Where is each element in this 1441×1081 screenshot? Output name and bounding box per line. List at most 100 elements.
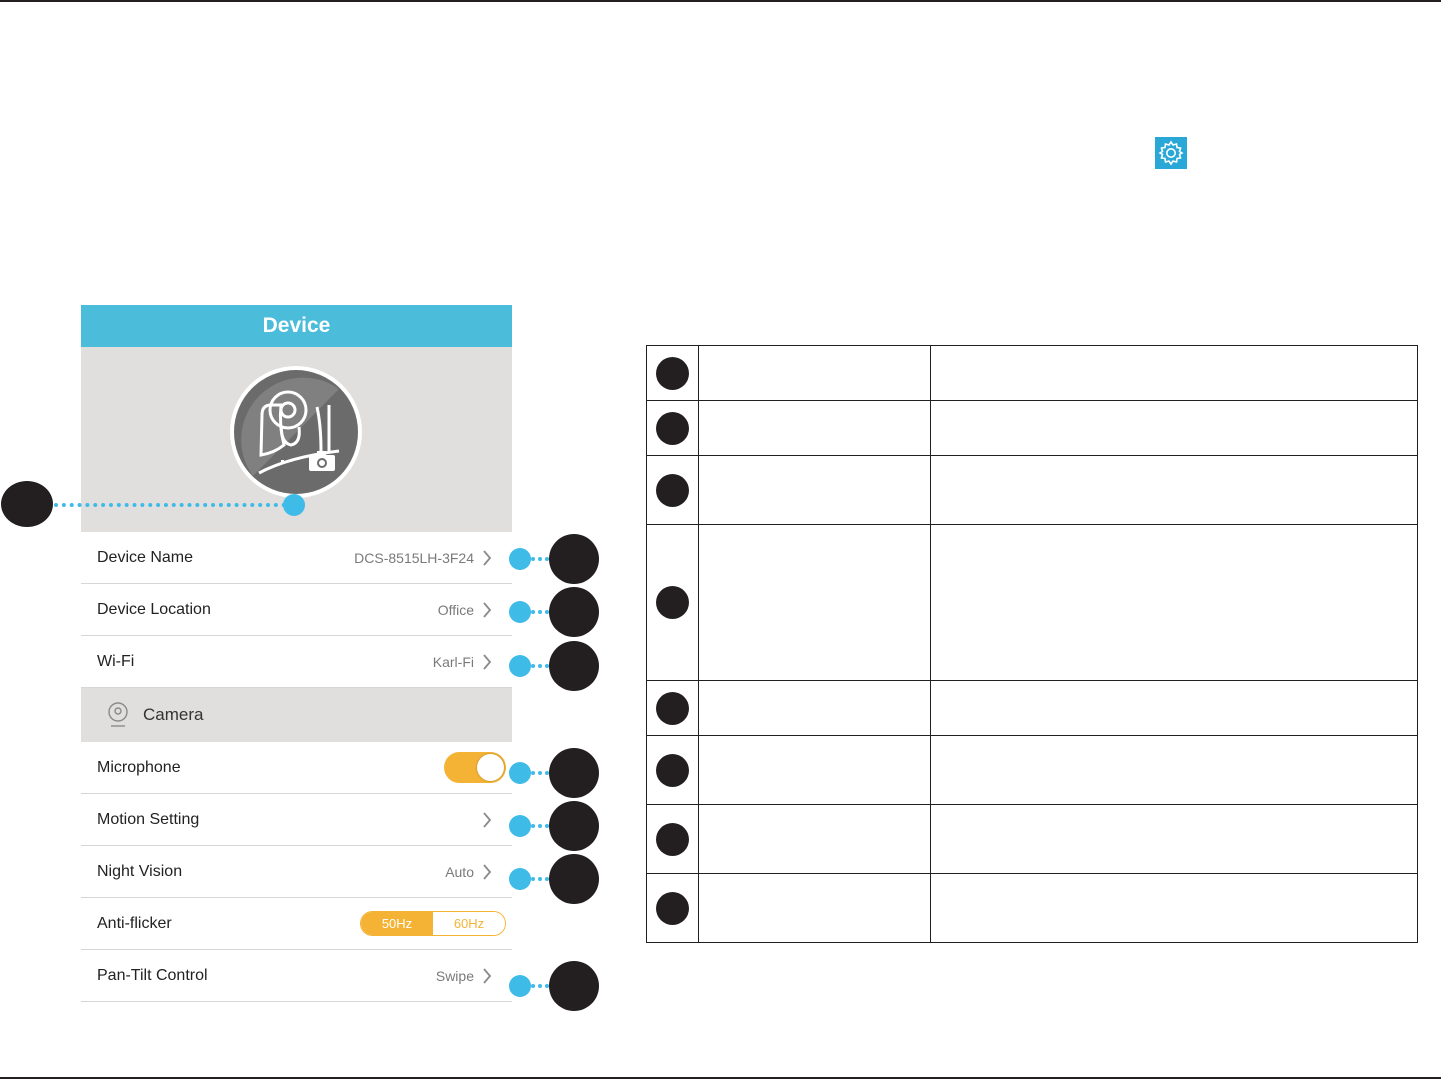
legend-desc-cell: [930, 400, 1418, 456]
legend-num-cell: [646, 873, 699, 943]
legend-badge: [656, 891, 689, 925]
row-label: Pan-Tilt Control: [97, 966, 208, 984]
legend-row: [646, 524, 1418, 681]
callout-line: [531, 824, 549, 828]
legend-name-cell: [698, 873, 931, 943]
callout-line: [54, 503, 286, 507]
callout-dot: [509, 601, 531, 623]
row-label: Night Vision: [97, 862, 183, 880]
row-value: Karl-Fi: [432, 653, 474, 670]
legend-row: [646, 455, 1418, 525]
device-name-row[interactable]: Device Name DCS-8515LH-3F24: [81, 532, 512, 584]
device-location-row[interactable]: Device Location Office: [81, 584, 512, 636]
legend-table: [646, 345, 1418, 943]
chevron-right-icon: [483, 653, 492, 670]
callout-badge: [549, 641, 599, 691]
chevron-right-icon: [483, 863, 492, 880]
callout-dot: [509, 762, 531, 784]
row-label: Device Name: [97, 548, 194, 566]
panel-header: Device: [81, 305, 512, 347]
row-label: Wi-Fi: [97, 652, 135, 670]
callout-line: [531, 771, 549, 775]
legend-desc-cell: [930, 455, 1418, 525]
night-vision-row[interactable]: Night Vision Auto: [81, 846, 512, 898]
callout-dot: [509, 815, 531, 837]
legend-desc-cell: [930, 735, 1418, 805]
legend-row: [646, 873, 1418, 943]
top-rule: [0, 0, 1441, 2]
row-value: Auto: [445, 863, 474, 880]
legend-num-cell: [646, 524, 699, 681]
section-label: Camera: [143, 705, 204, 724]
callout-badge: [549, 854, 599, 904]
callout-badge: [549, 587, 599, 637]
callout-badge: [549, 534, 599, 584]
legend-badge: [656, 473, 689, 507]
legend-name-cell: [698, 400, 931, 456]
option-50hz[interactable]: 50Hz: [361, 912, 433, 935]
callout-dot: [509, 975, 531, 997]
legend-badge: [656, 411, 689, 445]
callout-dot: [509, 548, 531, 570]
anti-flicker-selector: 50Hz 60Hz: [360, 911, 506, 936]
legend-badge: [656, 822, 689, 856]
callout-badge: [1, 481, 53, 527]
legend-desc-cell: [930, 345, 1418, 401]
legend-name-cell: [698, 524, 931, 681]
callout-badge: [549, 961, 599, 1011]
panel-title: Device: [262, 314, 331, 337]
wifi-row[interactable]: Wi-Fi Karl-Fi: [81, 636, 512, 688]
legend-desc-cell: [930, 524, 1418, 681]
legend-badge: [656, 586, 689, 619]
legend-row: [646, 400, 1418, 456]
callout-badge: [549, 748, 599, 798]
legend-badge: [656, 753, 689, 787]
legend-row: [646, 804, 1418, 874]
row-label: Microphone: [97, 758, 181, 776]
callout-badge: [549, 801, 599, 851]
callout-dot: [509, 868, 531, 890]
microphone-row: Microphone: [81, 742, 512, 794]
legend-name-cell: [698, 804, 931, 874]
legend-badge: [656, 356, 689, 390]
legend-desc-cell: [930, 804, 1418, 874]
callout-line: [531, 877, 549, 881]
legend-num-cell: [646, 804, 699, 874]
callout-line: [531, 610, 549, 614]
chevron-right-icon: [483, 967, 492, 984]
camera-icon: [108, 702, 128, 727]
callout-line: [531, 664, 549, 668]
chevron-right-icon: [483, 549, 492, 566]
legend-name-cell: [698, 735, 931, 805]
legend-name-cell: [698, 680, 931, 736]
legend-name-cell: [698, 455, 931, 525]
row-value: DCS-8515LH-3F24: [354, 549, 474, 566]
chevron-right-icon: [483, 811, 492, 828]
bottom-rule: [0, 1077, 1441, 1079]
row-value: Office: [437, 601, 474, 618]
camera-section-header: Camera: [81, 688, 512, 742]
toggle-knob: [477, 754, 504, 781]
legend-badge: [656, 691, 689, 725]
legend-row: [646, 680, 1418, 736]
callout-dot: [509, 655, 531, 677]
row-value: Swipe: [435, 967, 474, 984]
legend-desc-cell: [930, 873, 1418, 943]
legend-num-cell: [646, 680, 699, 736]
legend-name-cell: [698, 345, 931, 401]
row-label: Device Location: [97, 600, 211, 618]
legend-num-cell: [646, 345, 699, 401]
microphone-toggle[interactable]: [444, 752, 506, 783]
anti-flicker-row: Anti-flicker 50Hz 60Hz: [81, 898, 512, 950]
pan-tilt-row[interactable]: Pan-Tilt Control Swipe: [81, 950, 512, 1002]
row-label: Anti-flicker: [97, 914, 172, 932]
motion-setting-row[interactable]: Motion Setting: [81, 794, 512, 846]
legend-desc-cell: [930, 680, 1418, 736]
callout-line: [531, 984, 549, 988]
callout-dot: [283, 494, 305, 516]
row-label: Motion Setting: [97, 810, 200, 828]
legend-row: [646, 735, 1418, 805]
legend-num-cell: [646, 455, 699, 525]
camera-avatar-icon[interactable]: [229, 365, 363, 499]
option-60hz[interactable]: 60Hz: [433, 912, 505, 935]
